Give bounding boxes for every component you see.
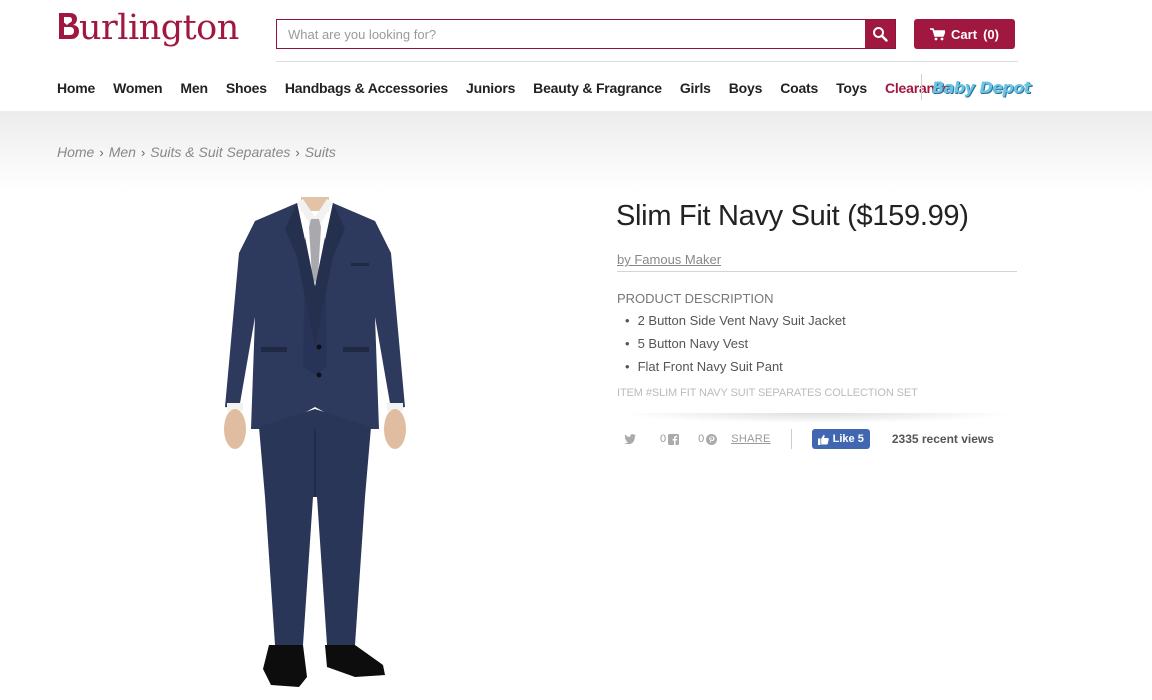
search-icon xyxy=(873,27,888,42)
thumbs-up-icon xyxy=(817,434,829,445)
social-bar: 0 0 SHARE Like 5 2335 recent views xyxy=(624,429,994,449)
search-input[interactable] xyxy=(277,20,865,48)
nav-item-home[interactable]: Home xyxy=(57,80,95,96)
burlington-logo[interactable]: urlington xyxy=(57,8,239,48)
chevron-right-icon: › xyxy=(99,144,104,160)
brand-link[interactable]: by Famous Maker xyxy=(617,252,721,267)
list-item: 2 Button Side Vent Navy Suit Jacket xyxy=(625,313,846,336)
search-button[interactable] xyxy=(865,20,895,48)
nav-item-shoes[interactable]: Shoes xyxy=(226,80,267,96)
product-image[interactable] xyxy=(215,197,415,694)
breadcrumb-men[interactable]: Men xyxy=(109,144,136,160)
cart-icon xyxy=(930,27,946,40)
nav-item-men[interactable]: Men xyxy=(180,80,208,96)
cart-count: (0) xyxy=(983,26,999,42)
description-heading: PRODUCT DESCRIPTION xyxy=(617,291,774,306)
breadcrumb-suits[interactable]: Suits xyxy=(305,144,336,160)
breadcrumb-suits-separates[interactable]: Suits & Suit Separates xyxy=(150,144,290,160)
share-link[interactable]: SHARE xyxy=(731,433,770,445)
detail-divider xyxy=(617,271,1017,272)
nav-item-women[interactable]: Women xyxy=(113,80,163,96)
nav-item-girls[interactable]: Girls xyxy=(680,80,711,96)
breadcrumb: Home › Men › Suits & Suit Separates › Su… xyxy=(57,144,336,160)
site-header: urlington Cart (0) Home Women Men Shoes … xyxy=(0,0,1152,111)
nav-item-toys[interactable]: Toys xyxy=(836,80,867,96)
nav-item-beauty-fragrance[interactable]: Beauty & Fragrance xyxy=(533,80,662,96)
breadcrumb-home[interactable]: Home xyxy=(57,144,94,160)
item-number: ITEM #SLIM FIT NAVY SUIT SEPARATES COLLE… xyxy=(617,387,918,399)
nav-item-juniors[interactable]: Juniors xyxy=(466,80,515,96)
nav-item-handbags-accessories[interactable]: Handbags & Accessories xyxy=(285,80,448,96)
nav-divider xyxy=(921,74,922,100)
pinterest-icon[interactable] xyxy=(706,433,718,445)
product-title: Slim Fit Navy Suit ($159.99) xyxy=(616,200,969,232)
twitter-icon[interactable] xyxy=(624,434,636,444)
cart-button[interactable]: Cart (0) xyxy=(914,19,1015,49)
section-shadow xyxy=(617,413,1017,423)
cart-label: Cart xyxy=(951,26,978,42)
like-label: Like 5 xyxy=(832,433,864,445)
search-bar xyxy=(276,19,896,49)
list-item: 5 Button Navy Vest xyxy=(625,336,846,359)
heart-b-logo-icon xyxy=(59,13,79,39)
logo-text: urlington xyxy=(79,8,239,48)
chevron-right-icon: › xyxy=(295,144,300,160)
pinterest-share-count: 0 xyxy=(698,433,705,445)
facebook-like-button[interactable]: Like 5 xyxy=(811,429,870,449)
facebook-icon[interactable] xyxy=(668,433,680,445)
nav-item-coats[interactable]: Coats xyxy=(780,80,818,96)
nav-item-boys[interactable]: Boys xyxy=(729,80,763,96)
social-divider xyxy=(790,429,792,449)
description-list: 2 Button Side Vent Navy Suit Jacket 5 Bu… xyxy=(625,313,846,382)
main-nav: Home Women Men Shoes Handbags & Accessor… xyxy=(57,77,968,99)
facebook-share-count: 0 xyxy=(660,433,667,445)
baby-depot-logo[interactable]: Baby Depot xyxy=(932,78,1031,97)
list-item: Flat Front Navy Suit Pant xyxy=(625,359,846,382)
header-divider xyxy=(276,61,1018,62)
recent-views: 2335 recent views xyxy=(891,432,994,446)
chevron-right-icon: › xyxy=(140,144,146,160)
